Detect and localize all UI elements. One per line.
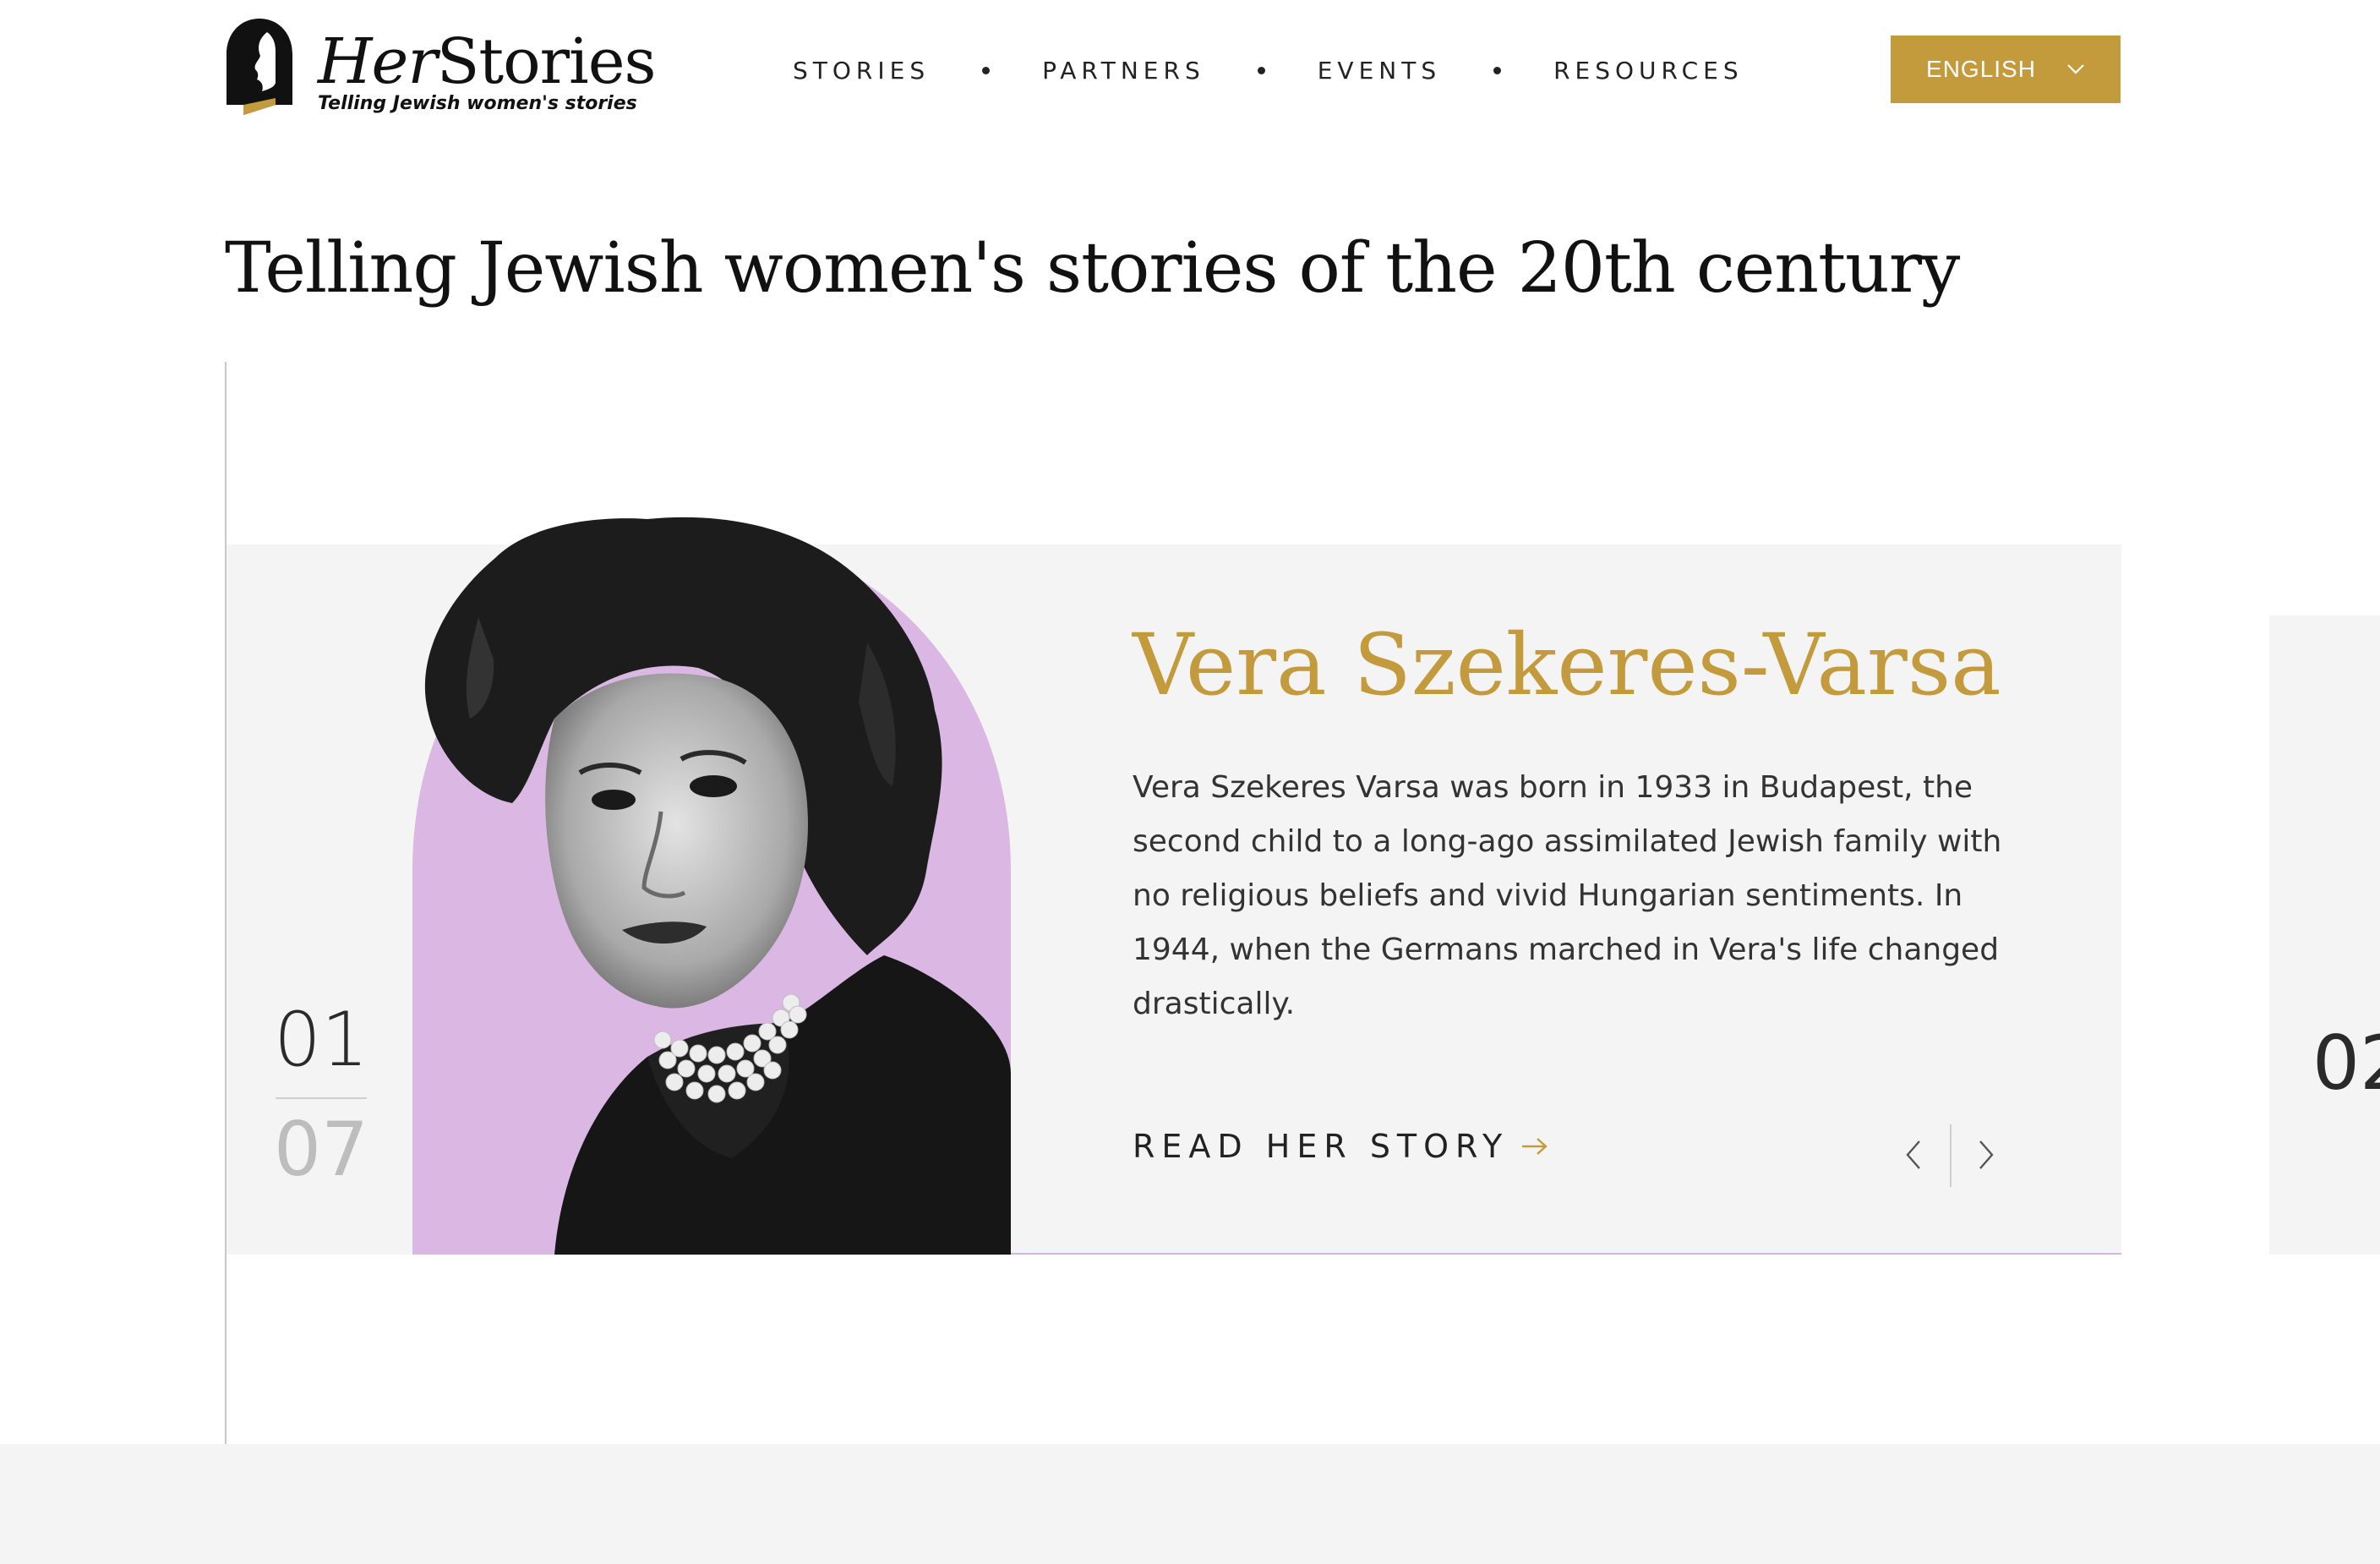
portrait-photo: [412, 517, 1011, 1255]
story-person-name: Vera Szekeres-Varsa: [1133, 615, 2001, 714]
logo-link[interactable]: HerStories Telling Jewish women's storie…: [225, 17, 656, 127]
bottom-section-band: [0, 1444, 2380, 1564]
next-slide-card-peek[interactable]: [2269, 615, 2380, 1255]
chevron-left-icon: [1906, 1140, 1920, 1169]
nav-partners[interactable]: PARTNERS: [1042, 57, 1205, 85]
chevron-down-icon: [2067, 64, 2084, 74]
page-title: Telling Jewish women's stories of the 20…: [225, 228, 1960, 309]
chevron-right-icon: [1979, 1140, 1994, 1169]
slider-next-button[interactable]: [1966, 1129, 2006, 1180]
nav-separator-dot: [1257, 66, 1265, 74]
slide-card-underline: [1011, 1253, 2121, 1255]
logo-tagline: Telling Jewish women's stories: [318, 93, 637, 114]
main-nav: STORIES PARTNERS EVENTS RESOURCES: [793, 49, 1744, 91]
story-description: Vera Szekeres Varsa was born in 1933 in …: [1133, 770, 2002, 1021]
read-her-story-label: READ HER STORY: [1133, 1128, 1509, 1165]
logo-title: HerStories: [318, 25, 656, 98]
arrow-right-icon: [1522, 1138, 1548, 1155]
next-slide-number: 02: [2312, 1020, 2380, 1107]
read-her-story-link[interactable]: READ HER STORY: [1133, 1128, 1549, 1165]
nav-separator-dot: [1493, 66, 1502, 74]
nav-separator-dot: [982, 66, 991, 74]
nav-resources[interactable]: RESOURCES: [1553, 57, 1744, 85]
language-select-button[interactable]: ENGLISH: [1891, 36, 2121, 103]
slider-controls-divider: [1950, 1124, 1951, 1187]
logo-title-her: Her: [318, 25, 438, 98]
nav-stories[interactable]: STORIES: [793, 57, 930, 85]
logo-silhouette-icon: [227, 19, 292, 115]
logo-title-stories: Stories: [436, 25, 657, 98]
nav-events[interactable]: EVENTS: [1318, 57, 1441, 85]
slider-prev-button[interactable]: [1893, 1129, 1934, 1180]
language-label: ENGLISH: [1926, 56, 2036, 82]
